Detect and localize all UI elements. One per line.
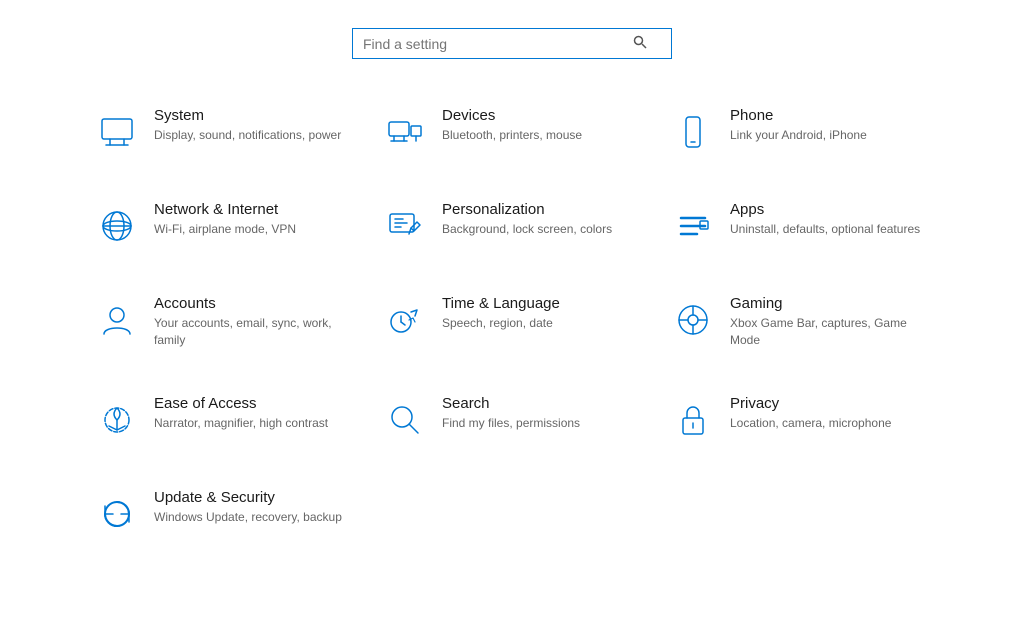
setting-title-update: Update & Security [154, 489, 342, 506]
setting-text-search: Search Find my files, permissions [442, 395, 580, 432]
setting-item-apps[interactable]: Apps Uninstall, defaults, optional featu… [656, 183, 944, 267]
setting-text-network: Network & Internet Wi-Fi, airplane mode,… [154, 201, 296, 238]
setting-desc-privacy: Location, camera, microphone [730, 415, 891, 432]
system-icon [94, 109, 140, 155]
phone-icon [670, 109, 716, 155]
setting-desc-update: Windows Update, recovery, backup [154, 509, 342, 526]
setting-text-system: System Display, sound, notifications, po… [154, 107, 341, 144]
setting-desc-devices: Bluetooth, printers, mouse [442, 127, 582, 144]
setting-text-devices: Devices Bluetooth, printers, mouse [442, 107, 582, 144]
search-icon [382, 397, 428, 443]
update-icon [94, 491, 140, 537]
setting-desc-network: Wi-Fi, airplane mode, VPN [154, 221, 296, 238]
setting-item-gaming[interactable]: Gaming Xbox Game Bar, captures, Game Mod… [656, 277, 944, 367]
setting-item-network[interactable]: Network & Internet Wi-Fi, airplane mode,… [80, 183, 368, 267]
personalization-icon [382, 203, 428, 249]
setting-item-privacy[interactable]: Privacy Location, camera, microphone [656, 377, 944, 461]
setting-desc-time: Speech, region, date [442, 315, 560, 332]
setting-title-search: Search [442, 395, 580, 412]
setting-title-phone: Phone [730, 107, 867, 124]
setting-text-privacy: Privacy Location, camera, microphone [730, 395, 891, 432]
devices-icon [382, 109, 428, 155]
setting-desc-search: Find my files, permissions [442, 415, 580, 432]
setting-item-personalization[interactable]: Personalization Background, lock screen,… [368, 183, 656, 267]
setting-desc-apps: Uninstall, defaults, optional features [730, 221, 920, 238]
setting-text-phone: Phone Link your Android, iPhone [730, 107, 867, 144]
search-input[interactable] [363, 36, 633, 52]
settings-grid: System Display, sound, notifications, po… [0, 89, 1024, 555]
setting-title-privacy: Privacy [730, 395, 891, 412]
setting-item-system[interactable]: System Display, sound, notifications, po… [80, 89, 368, 173]
setting-desc-phone: Link your Android, iPhone [730, 127, 867, 144]
gaming-icon [670, 297, 716, 343]
setting-item-devices[interactable]: Devices Bluetooth, printers, mouse [368, 89, 656, 173]
setting-desc-ease: Narrator, magnifier, high contrast [154, 415, 328, 432]
setting-title-ease: Ease of Access [154, 395, 328, 412]
setting-item-update[interactable]: Update & Security Windows Update, recove… [80, 471, 368, 555]
setting-text-apps: Apps Uninstall, defaults, optional featu… [730, 201, 920, 238]
time-icon [382, 297, 428, 343]
ease-icon [94, 397, 140, 443]
setting-text-ease: Ease of Access Narrator, magnifier, high… [154, 395, 328, 432]
setting-title-personalization: Personalization [442, 201, 612, 218]
setting-desc-gaming: Xbox Game Bar, captures, Game Mode [730, 315, 930, 349]
setting-title-time: Time & Language [442, 295, 560, 312]
privacy-icon [670, 397, 716, 443]
setting-text-update: Update & Security Windows Update, recove… [154, 489, 342, 526]
setting-title-system: System [154, 107, 341, 124]
setting-desc-system: Display, sound, notifications, power [154, 127, 341, 144]
network-icon [94, 203, 140, 249]
setting-item-search[interactable]: Search Find my files, permissions [368, 377, 656, 461]
search-icon [633, 35, 647, 52]
setting-title-network: Network & Internet [154, 201, 296, 218]
setting-item-ease[interactable]: Ease of Access Narrator, magnifier, high… [80, 377, 368, 461]
setting-text-gaming: Gaming Xbox Game Bar, captures, Game Mod… [730, 295, 930, 349]
setting-title-devices: Devices [442, 107, 582, 124]
setting-title-accounts: Accounts [154, 295, 354, 312]
setting-text-accounts: Accounts Your accounts, email, sync, wor… [154, 295, 354, 349]
apps-icon [670, 203, 716, 249]
setting-text-personalization: Personalization Background, lock screen,… [442, 201, 612, 238]
setting-desc-accounts: Your accounts, email, sync, work, family [154, 315, 354, 349]
top-bar [0, 0, 1024, 89]
search-box[interactable] [352, 28, 672, 59]
setting-text-time: Time & Language Speech, region, date [442, 295, 560, 332]
setting-item-phone[interactable]: Phone Link your Android, iPhone [656, 89, 944, 173]
setting-title-gaming: Gaming [730, 295, 930, 312]
setting-title-apps: Apps [730, 201, 920, 218]
accounts-icon [94, 297, 140, 343]
setting-item-accounts[interactable]: Accounts Your accounts, email, sync, wor… [80, 277, 368, 367]
setting-item-time[interactable]: Time & Language Speech, region, date [368, 277, 656, 367]
setting-desc-personalization: Background, lock screen, colors [442, 221, 612, 238]
